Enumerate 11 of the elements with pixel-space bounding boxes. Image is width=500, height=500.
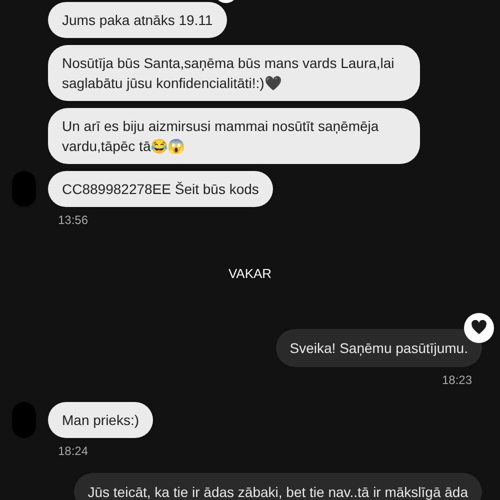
- message-bubble: Un arī es biju aizmirsusi mammai nosūtīt saņēmēja vardu,tāpēc tā😂😱: [48, 108, 420, 164]
- message-time: 18:23: [442, 372, 472, 388]
- heart-icon: [471, 320, 487, 335]
- message-bubble: Nosūtīja būs Santa,saņēma būs mans vards Laura,lai saglabātu jūsu konfidencialitāti!:)🖤: [48, 45, 420, 101]
- message-bubble: CC889982278EE Šeit būs kods: [48, 171, 273, 207]
- reaction-badge[interactable]: [464, 312, 494, 342]
- message-bubble: Man prieks:): [48, 402, 154, 438]
- message-bubble: Jūs teicāt, ka tie ir ādas zābaki, bet tie nav..tā ir mākslīgā āda: [74, 472, 482, 500]
- message-time: 13:56: [58, 212, 88, 229]
- date-separator: VAKAR: [228, 265, 272, 283]
- message-time: 18:24: [58, 442, 88, 460]
